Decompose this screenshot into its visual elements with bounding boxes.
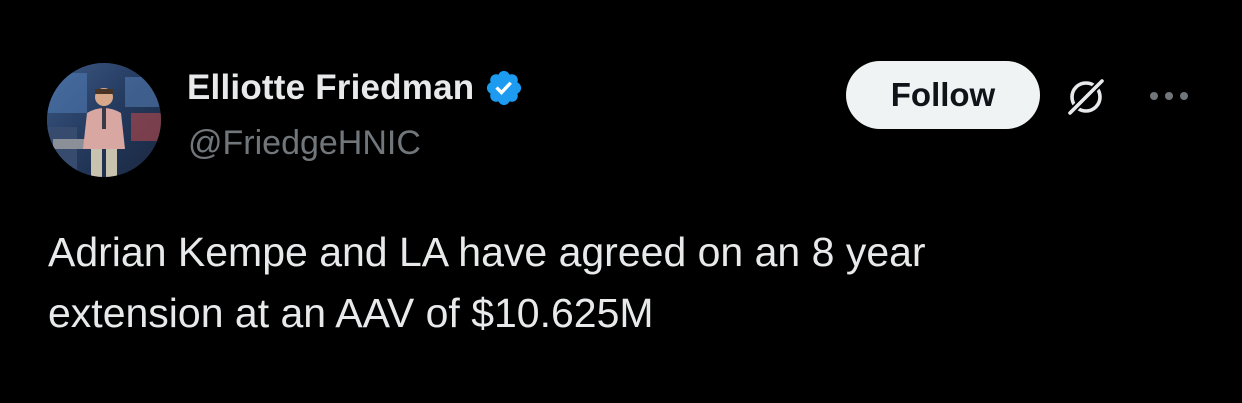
verified-badge-icon[interactable] bbox=[484, 68, 524, 108]
tweet-text-line: extension at an AAV of $10.625M bbox=[48, 290, 654, 336]
follow-button[interactable]: Follow bbox=[846, 61, 1040, 129]
avatar-image bbox=[47, 63, 161, 177]
tweet-card: Elliotte Friedman @FriedgeHNIC Follow Ad… bbox=[0, 0, 1242, 403]
author-handle[interactable]: @FriedgeHNIC bbox=[188, 124, 421, 163]
avatar[interactable] bbox=[47, 63, 161, 177]
tweet-text-line: Adrian Kempe and LA have agreed on an 8 … bbox=[48, 229, 926, 275]
author-name-row[interactable]: Elliotte Friedman bbox=[187, 66, 524, 110]
more-dots-icon[interactable] bbox=[1145, 83, 1193, 109]
tweet-text: Adrian Kempe and LA have agreed on an 8 … bbox=[48, 222, 1198, 344]
grok-icon[interactable] bbox=[1063, 74, 1109, 120]
display-name[interactable]: Elliotte Friedman bbox=[187, 68, 474, 108]
